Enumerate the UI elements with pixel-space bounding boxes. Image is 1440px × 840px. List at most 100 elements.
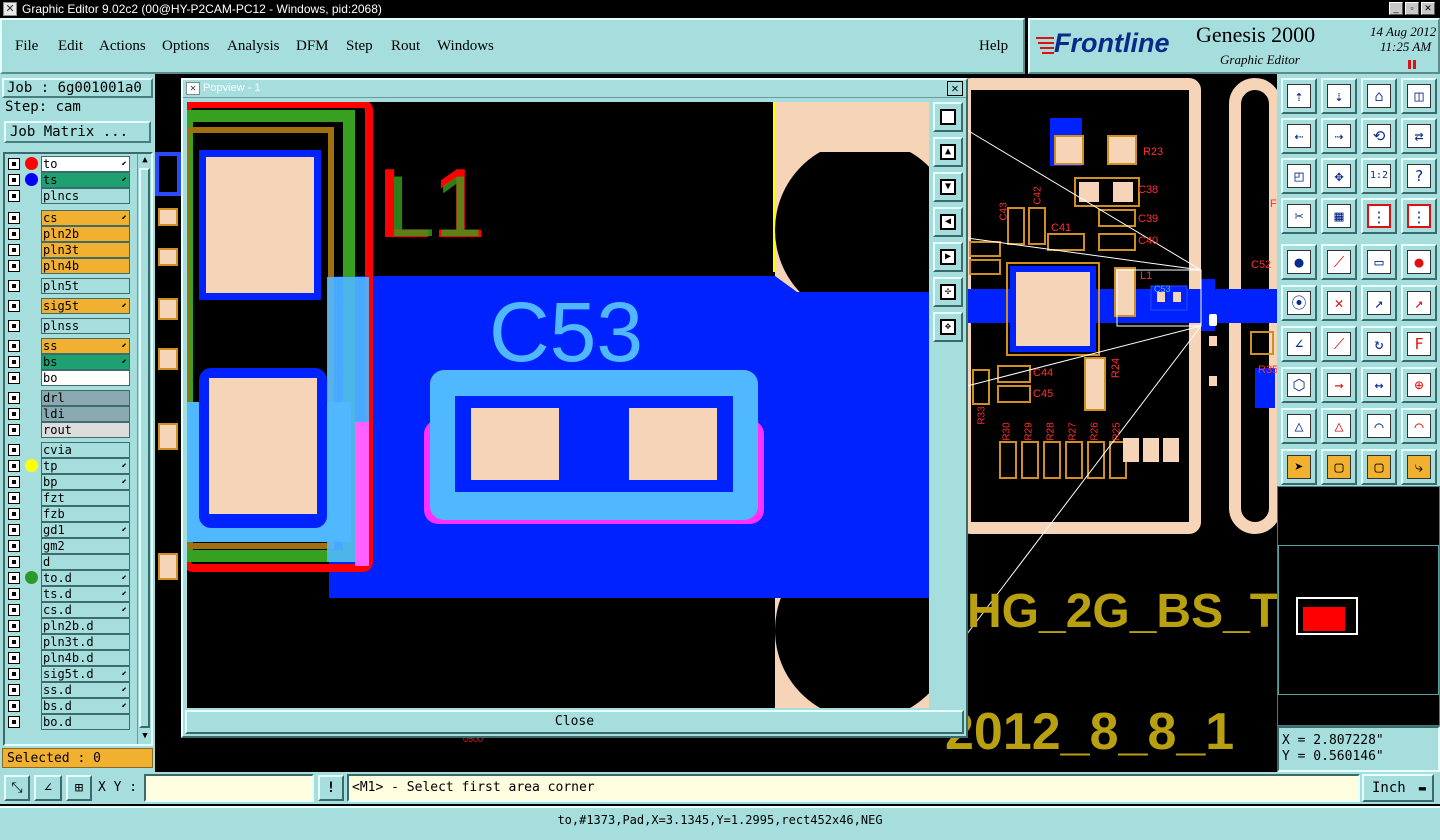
scroll-down-arrow-icon[interactable]: ▼ [139, 730, 151, 742]
node-icon[interactable]: ⬡ [1281, 367, 1317, 403]
layer-checkbox[interactable] [8, 572, 20, 584]
measure-tool-icon[interactable]: ∠ [34, 775, 62, 801]
layer-name[interactable]: fzt [41, 490, 130, 506]
layer-name[interactable]: sig5t.d ⬋ [41, 666, 130, 682]
measure-icon[interactable]: ▭ [1361, 244, 1397, 280]
layer-name[interactable]: bp ⬋ [41, 474, 130, 490]
arrow-line-icon[interactable]: → [1321, 367, 1357, 403]
select-box-icon[interactable]: ▢ [1321, 449, 1357, 485]
layer-name[interactable]: d [41, 554, 130, 570]
layer-row-cs-d[interactable]: cs.d ⬋ [6, 602, 130, 618]
help-icon[interactable]: ? [1401, 158, 1437, 194]
layer-row-fzt[interactable]: fzt [6, 490, 130, 506]
popview-pan-right-icon[interactable]: ▶ [933, 242, 963, 272]
layer-name[interactable]: pln5t [41, 278, 130, 294]
xy-input[interactable] [144, 774, 314, 802]
popview-zoom-fit-icon[interactable]: ✣ [933, 277, 963, 307]
layer-checkbox[interactable] [8, 524, 20, 536]
layer-scrollbar[interactable]: ▲ ▼ [137, 154, 151, 744]
layer-name[interactable]: pln2b [41, 226, 130, 242]
scroll-thumb[interactable] [139, 168, 150, 728]
layer-name[interactable]: tp ⬋ [41, 458, 130, 474]
layer-row-to[interactable]: to ⬋ [6, 156, 130, 172]
arc-icon[interactable]: ↻ [1361, 326, 1397, 362]
layer-row-bo[interactable]: bo [6, 370, 130, 386]
layer-row-sig5t[interactable]: sig5t ⬋ [6, 298, 130, 314]
layer-row-gm2[interactable]: gm2 [6, 538, 130, 554]
circle-pad-icon[interactable]: ● [1401, 244, 1437, 280]
layer-row-tp[interactable]: tp ⬋ [6, 458, 130, 474]
layer-checkbox[interactable] [8, 260, 20, 272]
layer-row-plnss[interactable]: plnss [6, 318, 130, 334]
popview-canvas[interactable]: L1 L1 C53 [187, 102, 929, 708]
layer-snap-alt-icon[interactable]: ⋮ [1401, 198, 1437, 234]
layer-row-bs-d[interactable]: bs.d ⬋ [6, 698, 130, 714]
job-matrix-button[interactable]: Job Matrix ... [4, 121, 151, 143]
layer-checkbox[interactable] [8, 476, 20, 488]
move-left-icon[interactable]: ⇠ [1281, 118, 1317, 154]
move-down-icon[interactable]: ⇣ [1321, 78, 1357, 114]
layer-checkbox[interactable] [8, 652, 20, 664]
layer-checkbox[interactable] [8, 508, 20, 520]
alert-icon[interactable]: ! [318, 775, 344, 801]
layer-checkbox[interactable] [8, 588, 20, 600]
menu-step[interactable]: Step [346, 38, 373, 55]
pad-select-icon[interactable]: ● [1281, 244, 1317, 280]
close-button[interactable]: ✕ [1421, 2, 1435, 15]
layer-checkbox[interactable] [8, 372, 20, 384]
layer-checkbox[interactable] [8, 408, 20, 420]
popview-window[interactable]: ✕ Popview - 1 ✕ L1 L1 C53 ▲ ▼ ◀ ▶ ✣ ✥ Cl… [181, 78, 968, 738]
layer-checkbox[interactable] [8, 392, 20, 404]
layer-name[interactable]: rout [41, 422, 130, 438]
layer-checkbox[interactable] [8, 636, 20, 648]
net-trace-icon[interactable]: ⤷ [1401, 449, 1437, 485]
menu-file[interactable]: File [15, 38, 38, 55]
window-title-bar[interactable]: ✕ Graphic Editor 9.02c2 (00@HY-P2CAM-PC1… [0, 0, 1440, 18]
layer-checkbox[interactable] [8, 556, 20, 568]
angle-icon[interactable]: ∠ [1281, 326, 1317, 362]
menu-analysis[interactable]: Analysis [227, 38, 280, 55]
home-icon[interactable]: ⌂ [1361, 78, 1397, 114]
pointer-icon[interactable]: ➤ [1281, 449, 1317, 485]
layer-name[interactable]: drl [41, 390, 130, 406]
zoom-fit-icon[interactable]: ◰ [1281, 158, 1317, 194]
layer-checkbox[interactable] [8, 190, 20, 202]
arch-icon[interactable]: ⌒ [1361, 408, 1397, 444]
layer-row-bp[interactable]: bp ⬋ [6, 474, 130, 490]
layer-row-bo-d[interactable]: bo.d [6, 714, 130, 730]
point-arrow-alt-icon[interactable]: ↗ [1401, 285, 1437, 321]
layer-row-ldi[interactable]: ldi [6, 406, 130, 422]
select-box-alt-icon[interactable]: ▢ [1361, 449, 1397, 485]
layer-name[interactable]: sig5t ⬋ [41, 298, 130, 314]
navigator-panel[interactable] [1277, 486, 1440, 726]
layer-name[interactable]: bo [41, 370, 130, 386]
layer-name[interactable]: pln3t [41, 242, 130, 258]
triangle-blue-icon[interactable]: △ [1321, 408, 1357, 444]
layer-checkbox[interactable] [8, 174, 20, 186]
layer-row-pln2b[interactable]: pln2b [6, 226, 130, 242]
rotate-icon[interactable]: ⟲ [1361, 118, 1397, 154]
snap-grid-icon[interactable]: ⊞ [66, 775, 92, 801]
layer-row-sig5t-d[interactable]: sig5t.d ⬋ [6, 666, 130, 682]
maximize-button[interactable]: ▫ [1405, 2, 1419, 15]
layer-row-pln3t-d[interactable]: pln3t.d [6, 634, 130, 650]
scale-1-2-icon[interactable]: 1:2 [1361, 158, 1397, 194]
menu-rout[interactable]: Rout [391, 38, 420, 55]
layer-name[interactable]: plncs [41, 188, 130, 204]
layer-name[interactable]: bs.d ⬋ [41, 698, 130, 714]
layer-name[interactable]: fzb [41, 506, 130, 522]
tool-set-icon[interactable]: ✂ [1281, 198, 1317, 234]
units-select[interactable]: Inch ▬ [1362, 774, 1434, 802]
split-view-icon[interactable]: ◫ [1401, 78, 1437, 114]
triangle-icon[interactable]: △ [1281, 408, 1317, 444]
layer-name[interactable]: bs ⬋ [41, 354, 130, 370]
menu-edit[interactable]: Edit [58, 38, 83, 55]
layer-checkbox[interactable] [8, 300, 20, 312]
dimension-icon[interactable]: ↔ [1361, 367, 1397, 403]
layer-name[interactable]: bo.d [41, 714, 130, 730]
layer-name[interactable]: ts.d ⬋ [41, 586, 130, 602]
popview-title-bar[interactable]: ✕ Popview - 1 ✕ [183, 80, 966, 98]
menu-actions[interactable]: Actions [99, 38, 146, 55]
arch-cross-icon[interactable]: ⌒ [1401, 408, 1437, 444]
line-select-icon[interactable]: ⟋ [1321, 244, 1357, 280]
